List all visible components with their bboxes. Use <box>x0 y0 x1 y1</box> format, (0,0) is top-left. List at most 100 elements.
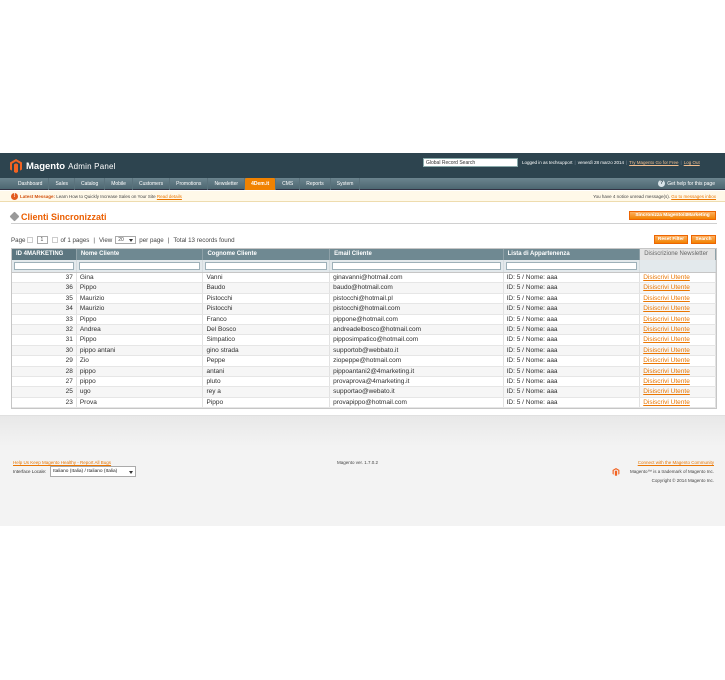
table-row[interactable]: 29 Zio Peppe ziopeppe@hotmail.com ID: 5 / No… <box>12 356 716 367</box>
cell-id: 25 <box>12 387 77 397</box>
table-row[interactable]: 31 Pippo Simpatico pipposimpatico@hotmail.c… <box>12 335 716 346</box>
table-row[interactable]: 35 Maurizio Pistocchi pistocchi@hotmail.pl I… <box>12 293 716 305</box>
total-records: Total 13 records found <box>173 236 235 244</box>
column-header-2[interactable]: Cognome Cliente <box>203 249 331 260</box>
help-link[interactable]: ? Get help for this page <box>658 180 715 187</box>
notification-bar: ! Latest Message: Learn How to Quickly I… <box>0 191 725 202</box>
filter-input-3[interactable] <box>332 262 501 270</box>
report-bugs-link[interactable]: Help Us Keep Magento Healthy - Report Al… <box>13 460 111 465</box>
nav-item-mobile[interactable]: Mobile <box>105 178 133 190</box>
filter-cell-2 <box>203 260 331 272</box>
unsubscribe-link[interactable]: Disiscrivi Utente <box>640 324 716 335</box>
table-row[interactable]: 34 Maurizio Pistocchi pistocchi@hotmail.com… <box>12 304 716 315</box>
reset-filter-button[interactable]: Reset Filter <box>654 235 688 244</box>
filter-input-0[interactable] <box>14 262 74 270</box>
cell-nome: ugo <box>77 387 204 397</box>
nav-item-sales[interactable]: Sales <box>49 178 75 190</box>
cell-cognome: Pistocchi <box>203 293 331 304</box>
brand-name: Magento <box>26 160 66 172</box>
cell-email: ginavanni@hotmail.com <box>330 273 504 283</box>
cell-email: pippone@hotmail.com <box>330 314 504 324</box>
cell-cognome: gino strada <box>203 345 331 356</box>
column-header-5: Disiscrizione Newsletter <box>640 249 717 260</box>
table-row[interactable]: 33 Pippo Franco pippone@hotmail.com ID: 5 / … <box>12 314 716 325</box>
table-row[interactable]: 23 Prova Pippo provapippo@hotmail.com ID: 5 … <box>12 397 716 409</box>
search-button[interactable]: Search <box>691 235 716 244</box>
read-details-link[interactable]: Read details <box>157 194 182 199</box>
cell-lista: ID: 5 / Nome: aaa <box>504 273 641 283</box>
unsubscribe-link[interactable]: Disiscrivi Utente <box>640 345 716 356</box>
cell-nome: pippo <box>77 366 204 376</box>
messages-inbox-link[interactable]: Go to messages inbox <box>671 194 716 199</box>
filter-input-4[interactable] <box>505 262 638 270</box>
cell-id: 35 <box>12 293 77 304</box>
unsubscribe-link[interactable]: Disiscrivi Utente <box>640 335 716 345</box>
next-page-arrow-icon[interactable] <box>52 237 59 243</box>
table-row[interactable]: 25 ugo rey a supportao@webato.it ID: 5 / Nom… <box>12 387 716 398</box>
table-row[interactable]: 27 pippo pluto provaprova@4marketing.it ID: … <box>12 376 716 388</box>
cell-lista: ID: 5 / Nome: aaa <box>504 335 641 345</box>
cell-email: supportao@webato.it <box>330 387 504 397</box>
header-links: Logged in as techsupport | venerdì 28 marz… <box>522 160 700 165</box>
try-magento-go-link[interactable]: Try Magento Go for Free <box>629 160 678 165</box>
community-link[interactable]: Connect with the Magento Community <box>638 460 714 465</box>
nav-item-catalog[interactable]: Catalog <box>75 178 106 190</box>
nav-item-4dem-it[interactable]: 4Dem.it <box>245 178 277 190</box>
filter-input-1[interactable] <box>78 262 201 270</box>
nav-item-customers[interactable]: Customers <box>133 178 171 190</box>
nav-item-promotions[interactable]: Promotions <box>170 178 209 190</box>
unsubscribe-link[interactable]: Disiscrivi Utente <box>640 304 716 314</box>
cell-cognome: antani <box>203 366 331 376</box>
unsubscribe-link[interactable]: Disiscrivi Utente <box>640 397 716 408</box>
content-header: Clienti Sincronizzati <box>9 210 717 224</box>
column-header-0[interactable]: ID 4MARKETING <box>12 249 77 260</box>
logout-link[interactable]: Log Out <box>684 160 700 165</box>
customers-grid: ID 4MARKETING Nome Cliente Cognome Cliente… <box>11 248 717 410</box>
filter-input-2[interactable] <box>205 262 328 270</box>
unsubscribe-link[interactable]: Disiscrivi Utente <box>640 314 716 324</box>
cell-id: 27 <box>12 376 77 387</box>
cell-email: provaprova@4marketing.it <box>330 376 504 387</box>
column-header-4[interactable]: Lista di Appartenenza <box>504 249 641 260</box>
unsubscribe-link[interactable]: Disiscrivi Utente <box>640 387 716 397</box>
global-search-input[interactable]: Global Record Search <box>423 158 518 167</box>
table-row[interactable]: 32 Andrea Del Bosco andreadelbosco@hotmail.… <box>12 324 716 336</box>
column-header-3[interactable]: Email Cliente <box>330 249 504 260</box>
nav-item-system[interactable]: System <box>331 178 361 190</box>
view-label: View <box>98 236 113 244</box>
magento-logo[interactable]: Magento Admin Panel <box>10 158 116 174</box>
cell-nome: Zio <box>77 356 204 366</box>
cell-nome: Maurizio <box>77 293 204 304</box>
table-row[interactable]: 36 Pippo Baudo baudo@hotmail.com ID: 5 / Nom… <box>12 283 716 294</box>
nav-item-newsletter[interactable]: Newsletter <box>208 178 246 190</box>
prev-page-arrow-icon[interactable] <box>27 237 34 243</box>
nav-item-dashboard[interactable]: Dashboard <box>12 178 50 190</box>
table-row[interactable]: 37 Gina Vanni ginavanni@hotmail.com ID: 5 / … <box>12 273 716 284</box>
column-header-1[interactable]: Nome Cliente <box>77 249 204 260</box>
page-input[interactable]: 1 <box>37 236 49 244</box>
per-page-select[interactable]: 20 <box>115 236 137 244</box>
unsubscribe-link[interactable]: Disiscrivi Utente <box>640 356 716 366</box>
unsubscribe-link[interactable]: Disiscrivi Utente <box>640 293 716 304</box>
cell-email: andreadelbosco@hotmail.com <box>330 324 504 335</box>
nav-item-cms[interactable]: CMS <box>276 178 301 190</box>
locale-label: Interface Locale: <box>13 469 47 474</box>
filter-cell-5 <box>640 260 717 272</box>
table-row[interactable]: 28 pippo antani pippoantani2@4marketing.it I… <box>12 366 716 377</box>
cell-nome: Maurizio <box>77 304 204 314</box>
nav-item-reports[interactable]: Reports <box>300 178 331 190</box>
cell-cognome: rey a <box>203 387 331 397</box>
admin-page: Magento Admin Panel Global Record Search… <box>0 0 725 680</box>
unsubscribe-link[interactable]: Disiscrivi Utente <box>640 366 716 376</box>
unsubscribe-link[interactable]: Disiscrivi Utente <box>640 273 716 283</box>
magento-version: Magento ver. 1.7.0.2 <box>337 460 379 465</box>
unsubscribe-link[interactable]: Disiscrivi Utente <box>640 376 716 387</box>
sync-button[interactable]: Sincronizza Magento/4Marketing <box>629 211 716 220</box>
cell-id: 37 <box>12 273 77 283</box>
locale-select[interactable]: Italiano (Italia) / Italiano (Italia) <box>50 466 136 477</box>
cell-id: 34 <box>12 304 77 314</box>
latest-message: Latest Message: Learn How to Quickly Inc… <box>20 194 182 199</box>
cell-email: ziopeppe@hotmail.com <box>330 356 504 366</box>
unsubscribe-link[interactable]: Disiscrivi Utente <box>640 283 716 293</box>
table-row[interactable]: 30 pippo antani gino strada supportob@webba… <box>12 345 716 357</box>
